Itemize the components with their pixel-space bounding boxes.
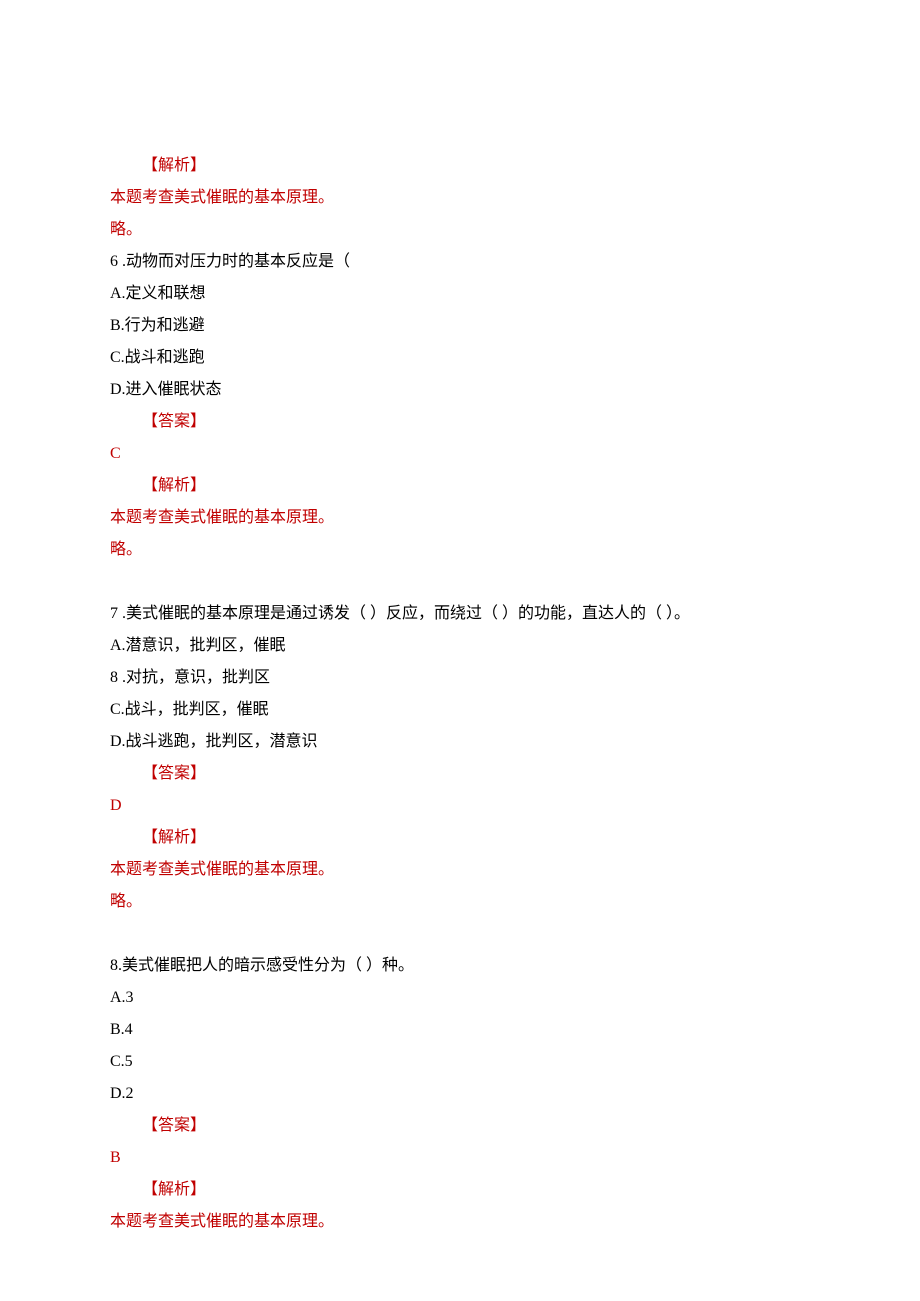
q7-stem: 7 .美式催眠的基本原理是通过诱发（ ）反应，而绕过（ ）的功能，直达人的（ ）… [110, 598, 810, 630]
q6-omit: 略。 [110, 534, 810, 566]
q6-analysis-text: 本题考查美式催眠的基本原理。 [110, 502, 810, 534]
blank-line [110, 566, 810, 598]
q8-option-c: C.5 [110, 1046, 810, 1078]
q8-option-b: B.4 [110, 1014, 810, 1046]
blank-line [110, 918, 810, 950]
q7-answer-label: 【答案】 [110, 758, 810, 790]
q6-answer: C [110, 438, 810, 470]
q6-answer-label: 【答案】 [110, 406, 810, 438]
q6-option-a: A.定义和联想 [110, 278, 810, 310]
q5-omit: 略。 [110, 214, 810, 246]
q6-option-d: D.进入催眠状态 [110, 374, 810, 406]
q7-option-d: D.战斗逃跑，批判区，潜意识 [110, 726, 810, 758]
q8-answer: B [110, 1142, 810, 1174]
q8-stem: 8.美式催眠把人的暗示感受性分为（ ）种。 [110, 950, 810, 982]
q5-analysis-label: 【解析】 [110, 150, 810, 182]
q7-option-b: 8 .对抗，意识，批判区 [110, 662, 810, 694]
q8-option-a: A.3 [110, 982, 810, 1014]
q8-option-d: D.2 [110, 1078, 810, 1110]
q6-analysis-label: 【解析】 [110, 470, 810, 502]
q6-option-b: B.行为和逃避 [110, 310, 810, 342]
document-page: 【解析】 本题考查美式催眠的基本原理。 略。 6 .动物而对压力时的基本反应是（… [0, 0, 920, 1298]
q8-answer-label: 【答案】 [110, 1110, 810, 1142]
q5-analysis-text: 本题考查美式催眠的基本原理。 [110, 182, 810, 214]
q8-analysis-text: 本题考查美式催眠的基本原理。 [110, 1206, 810, 1238]
q7-option-a: A.潜意识，批判区，催眠 [110, 630, 810, 662]
q7-analysis-text: 本题考查美式催眠的基本原理。 [110, 854, 810, 886]
q8-analysis-label: 【解析】 [110, 1174, 810, 1206]
q6-option-c: C.战斗和逃跑 [110, 342, 810, 374]
q7-analysis-label: 【解析】 [110, 822, 810, 854]
q7-option-c: C.战斗，批判区，催眠 [110, 694, 810, 726]
q6-stem: 6 .动物而对压力时的基本反应是（ [110, 246, 810, 278]
q7-omit: 略。 [110, 886, 810, 918]
q7-answer: D [110, 790, 810, 822]
